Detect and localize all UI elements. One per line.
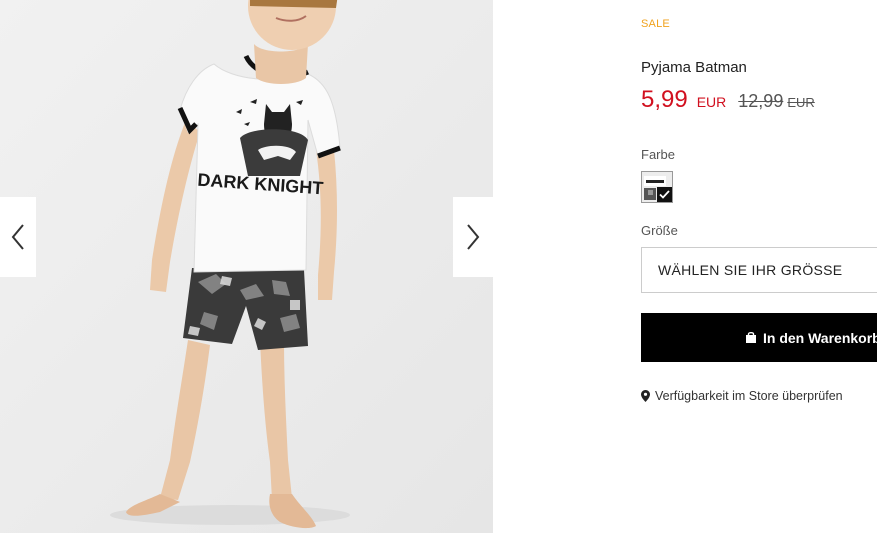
sale-badge: SALE [641, 18, 670, 30]
product-photo: DARK KNIGHT [0, 0, 493, 533]
store-availability-label: Verfügbarkeit im Store überprüfen [655, 389, 843, 403]
store-availability-link[interactable]: Verfügbarkeit im Store überprüfen [641, 389, 843, 403]
size-select-placeholder: WÄHLEN SIE IHR GRÖSSE [658, 262, 843, 278]
product-page: DARK KNIGHT SALE Pyjama Batman 5,99 EUR … [0, 0, 877, 533]
current-price: 5,99 [641, 86, 688, 113]
next-image-button[interactable] [453, 197, 493, 277]
price-row: 5,99 EUR 12,99 EUR [641, 86, 815, 114]
chevron-right-icon [467, 224, 480, 250]
chevron-left-icon [11, 224, 24, 250]
product-info-panel: SALE Pyjama Batman 5,99 EUR 12,99 EUR Fa… [641, 0, 877, 533]
check-icon [657, 187, 672, 202]
add-to-cart-label: In den Warenkorb [763, 329, 877, 346]
color-label: Farbe [641, 147, 675, 162]
old-price: 12,99 [738, 91, 784, 111]
add-to-cart-button[interactable]: In den Warenkorb [641, 313, 877, 362]
product-title: Pyjama Batman [641, 59, 747, 76]
current-price-currency: EUR [696, 94, 727, 110]
size-label: Größe [641, 223, 678, 238]
size-select[interactable]: WÄHLEN SIE IHR GRÖSSE [641, 247, 877, 293]
previous-image-button[interactable] [0, 197, 36, 277]
color-swatch-selected[interactable] [641, 171, 673, 203]
shopping-bag-icon [745, 331, 757, 344]
product-image-gallery: DARK KNIGHT [0, 0, 493, 533]
old-price-currency: EUR [787, 95, 815, 110]
map-pin-icon [641, 390, 650, 402]
